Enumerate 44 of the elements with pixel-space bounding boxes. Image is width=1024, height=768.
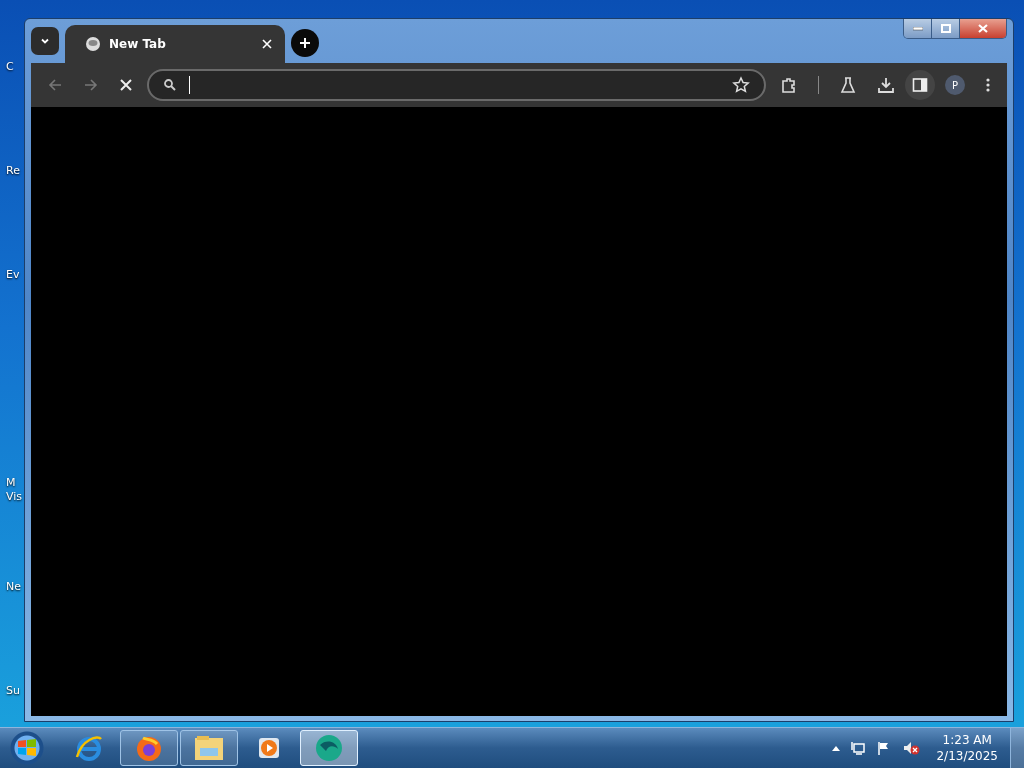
search-icon (163, 78, 177, 92)
desktop-icon-label[interactable]: Re (6, 164, 20, 177)
folder-icon (193, 734, 225, 762)
network-icon[interactable] (850, 740, 867, 756)
side-panel-icon (912, 77, 928, 93)
browser-tab[interactable]: New Tab (65, 25, 285, 63)
flask-icon[interactable] (839, 76, 857, 94)
tab-search-button[interactable] (31, 27, 59, 55)
desktop-icon-label[interactable]: Ev (6, 268, 20, 281)
text-cursor (189, 76, 190, 94)
close-window-button[interactable] (960, 19, 1006, 38)
forward-arrow-icon[interactable] (83, 77, 99, 93)
clock-time[interactable]: 1:23 AM (942, 732, 992, 748)
maximize-button[interactable] (932, 19, 960, 38)
desktop-icon-label[interactable]: Vis (6, 490, 23, 503)
close-icon (978, 24, 988, 33)
stop-loading-icon[interactable] (119, 78, 133, 92)
profile-avatar[interactable]: P (945, 75, 965, 95)
play-icon (256, 735, 282, 761)
desktop-icon-label[interactable]: M (6, 476, 16, 489)
clock-date[interactable]: 2/13/2025 (936, 748, 998, 764)
desktop-icon-label[interactable]: Su (6, 684, 20, 697)
taskbar-app-button[interactable] (180, 730, 238, 766)
maximize-icon (940, 24, 951, 33)
desktop-icon-label[interactable]: C (6, 60, 14, 73)
side-panel-button[interactable] (905, 70, 935, 100)
show-hidden-icons-icon[interactable] (832, 745, 841, 751)
tab-title: New Tab (109, 37, 167, 51)
plus-icon (299, 37, 311, 49)
minimize-button[interactable] (904, 19, 932, 38)
minimize-icon (912, 26, 923, 31)
back-arrow-icon[interactable] (47, 77, 63, 93)
desktop-icon-label[interactable]: Ne (6, 580, 21, 593)
letter-e-icon (74, 733, 104, 763)
close-icon[interactable] (261, 38, 273, 50)
star-icon[interactable] (732, 76, 750, 94)
speaker-icon[interactable] (902, 740, 921, 756)
new-tab-button[interactable] (291, 29, 319, 57)
menu-icon[interactable] (985, 77, 991, 93)
globe-icon (85, 36, 101, 52)
taskbar-app-button[interactable] (120, 730, 178, 766)
download-icon[interactable] (877, 76, 895, 94)
puzzle-piece-icon[interactable] (780, 76, 798, 94)
swirl-icon (314, 733, 344, 763)
